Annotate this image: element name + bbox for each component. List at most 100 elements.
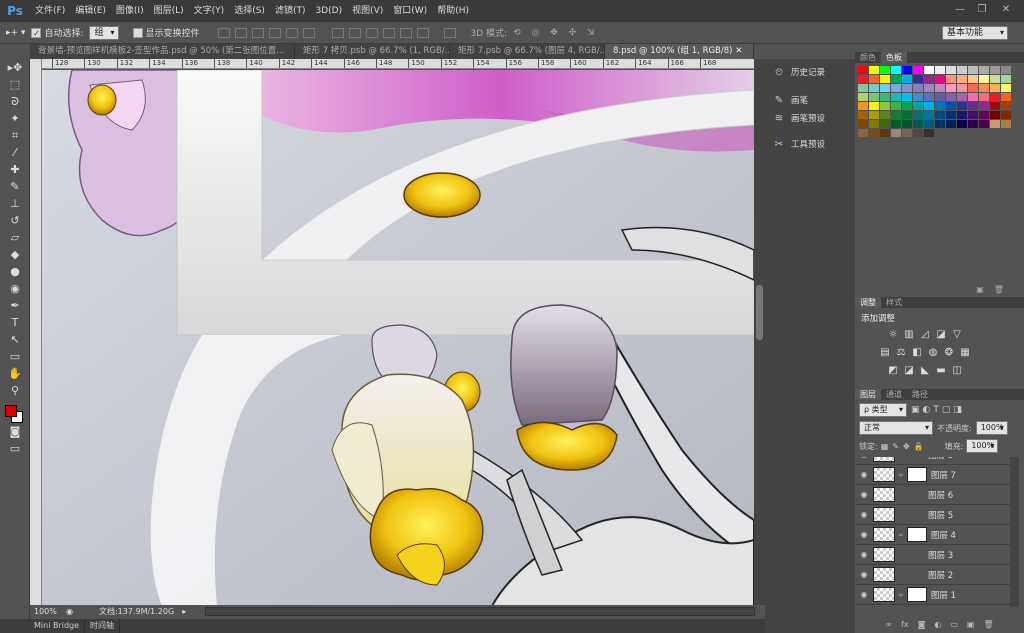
show-transform-checkbox[interactable] <box>132 27 143 38</box>
document-canvas[interactable] <box>42 70 754 606</box>
vibrance-icon[interactable]: ▽ <box>951 330 963 340</box>
crop-tool-icon[interactable]: ⌗ <box>0 127 30 144</box>
eye-icon[interactable]: ◉ <box>855 510 873 519</box>
swatch[interactable] <box>880 84 890 92</box>
layer-row[interactable]: ◉ 图层 5 <box>855 505 1010 525</box>
swatch[interactable] <box>869 84 879 92</box>
tab-color[interactable]: 颜色 <box>855 52 881 63</box>
dock-history[interactable]: ⏲ 历史记录 <box>765 63 855 81</box>
align-right-icon[interactable] <box>302 27 315 38</box>
swatch[interactable] <box>869 102 879 110</box>
swatch[interactable] <box>880 93 890 101</box>
curves-icon[interactable]: ◿ <box>919 330 931 340</box>
brush-tool-icon[interactable]: ✎ <box>0 178 30 195</box>
layer-row[interactable]: ◉ 图层 6 <box>855 485 1010 505</box>
swatch[interactable] <box>946 66 956 74</box>
swatch[interactable] <box>913 93 923 101</box>
swatch[interactable] <box>1001 120 1011 128</box>
swatch[interactable] <box>880 102 890 110</box>
layer-mask-thumbnail[interactable] <box>906 527 927 542</box>
swatch[interactable] <box>924 84 934 92</box>
magic-wand-icon[interactable]: ✦ <box>0 110 30 127</box>
swatch[interactable] <box>935 102 945 110</box>
status-arrow-icon[interactable]: ▸ <box>182 607 186 616</box>
distribute-left-icon[interactable] <box>382 27 395 38</box>
swatch[interactable] <box>968 102 978 110</box>
distribute-top-icon[interactable] <box>331 27 344 38</box>
align-vcenter-icon[interactable] <box>234 27 247 38</box>
swatch[interactable] <box>880 111 890 119</box>
threshold-icon[interactable]: ◣ <box>919 366 931 376</box>
tab-close-icon[interactable]: ✕ <box>735 46 742 56</box>
eye-icon[interactable]: ◉ <box>855 490 873 499</box>
doc-tab[interactable]: 矩形 7.psb @ 66.7% (图层 4, RGB/... <box>450 44 605 59</box>
swatch[interactable] <box>869 93 879 101</box>
swatch[interactable] <box>990 93 1000 101</box>
swatch[interactable] <box>968 120 978 128</box>
swatch[interactable] <box>858 75 868 83</box>
pen-tool-icon[interactable]: ✒ <box>0 297 30 314</box>
path-select-icon[interactable]: ↖ <box>0 331 30 348</box>
paint-bucket-icon[interactable]: ◆ <box>0 246 30 263</box>
swatch[interactable] <box>902 120 912 128</box>
zoom-level[interactable]: 100% <box>30 607 58 616</box>
layer-filter-dropdown[interactable]: ρ 类型 <box>859 403 907 417</box>
align-bottom-icon[interactable] <box>251 27 264 38</box>
swatch[interactable] <box>858 66 868 74</box>
swatch[interactable] <box>946 75 956 83</box>
opacity-input[interactable]: 100% <box>975 421 1008 435</box>
swatch[interactable] <box>913 111 923 119</box>
swatch[interactable] <box>902 129 912 137</box>
swatch[interactable] <box>957 111 967 119</box>
swatch[interactable] <box>869 129 879 137</box>
swatch[interactable] <box>891 120 901 128</box>
adjustment-layer-icon[interactable]: ◐ <box>934 620 941 632</box>
tab-styles[interactable]: 样式 <box>881 297 907 308</box>
swatch[interactable] <box>935 66 945 74</box>
swatch[interactable] <box>935 84 945 92</box>
dock-brush[interactable]: ✎ 画笔 <box>765 91 855 109</box>
lasso-tool-icon[interactable]: ᘐ <box>0 93 30 110</box>
eye-icon[interactable]: ◉ <box>855 570 873 579</box>
tab-swatches[interactable]: 色板 <box>881 52 907 63</box>
exposure-icon[interactable]: ◪ <box>935 330 947 340</box>
distribute-bottom-icon[interactable] <box>365 27 378 38</box>
align-left-icon[interactable] <box>268 27 281 38</box>
swatch[interactable] <box>1001 84 1011 92</box>
close-button[interactable]: ✕ <box>996 3 1016 17</box>
swatch[interactable] <box>990 84 1000 92</box>
swatch[interactable] <box>924 66 934 74</box>
marquee-tool-icon[interactable]: ⬚ <box>0 76 30 93</box>
swatch[interactable] <box>869 66 879 74</box>
photo-filter-icon[interactable]: ◍ <box>927 348 939 358</box>
swatch[interactable] <box>990 120 1000 128</box>
selective-color-icon[interactable]: ◫ <box>951 366 963 376</box>
new-group-icon[interactable]: ▭ <box>950 620 958 632</box>
swatch[interactable] <box>891 75 901 83</box>
swatch[interactable] <box>902 75 912 83</box>
swatch[interactable] <box>858 93 868 101</box>
blend-mode-dropdown[interactable]: 正常 <box>859 421 933 435</box>
swatch[interactable] <box>968 84 978 92</box>
swatch[interactable] <box>880 120 890 128</box>
screen-mode-icon[interactable]: ▭ <box>0 440 30 457</box>
restore-button[interactable]: ❐ <box>972 3 992 17</box>
swatch[interactable] <box>913 75 923 83</box>
mask-link-icon[interactable]: ∞ <box>898 591 904 599</box>
layer-row[interactable]: ◉ 图层 8 <box>855 457 1010 465</box>
swatch[interactable] <box>968 75 978 83</box>
swatch[interactable] <box>891 102 901 110</box>
swatch[interactable] <box>902 84 912 92</box>
swatch[interactable] <box>946 120 956 128</box>
menu-item[interactable]: 编辑(E) <box>70 0 111 22</box>
swatch[interactable] <box>869 75 879 83</box>
mask-link-icon[interactable]: ∞ <box>898 471 904 479</box>
swatch[interactable] <box>880 66 890 74</box>
layers-scrollbar[interactable] <box>1010 457 1019 607</box>
eye-icon[interactable]: ◉ <box>855 530 873 539</box>
menu-item[interactable]: 文件(F) <box>30 0 70 22</box>
swatch[interactable] <box>990 102 1000 110</box>
swatch[interactable] <box>869 111 879 119</box>
swatch[interactable] <box>979 111 989 119</box>
color-balance-icon[interactable]: ⚖ <box>895 348 907 358</box>
